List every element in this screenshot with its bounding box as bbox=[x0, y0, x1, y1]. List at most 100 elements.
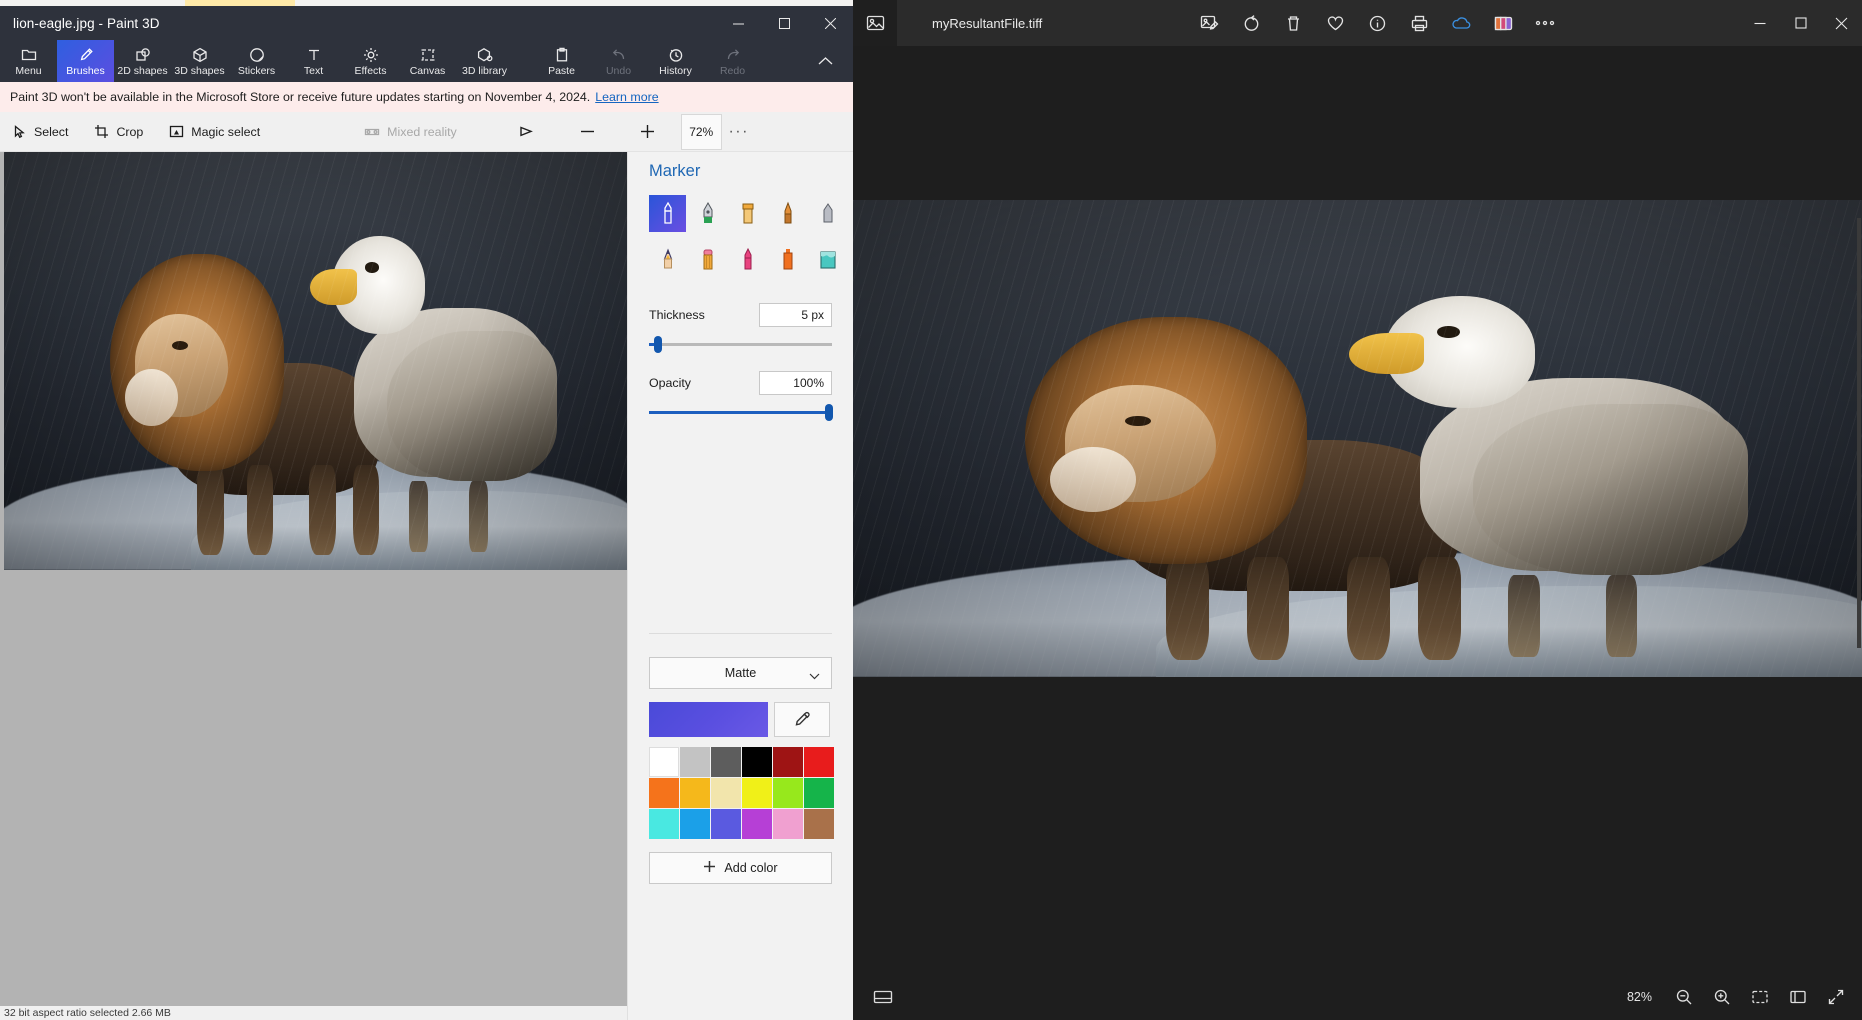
brush-calligraphy-pen[interactable] bbox=[689, 195, 726, 232]
ribbon-item-brushes[interactable]: Brushes bbox=[57, 40, 114, 82]
subbar-more-options-button[interactable]: ··· bbox=[722, 112, 756, 152]
paint3d-titlebar: lion-eagle.jpg - Paint 3D bbox=[0, 6, 853, 40]
brush-fill-bucket[interactable] bbox=[809, 241, 846, 278]
photos-scroll-rail[interactable] bbox=[1857, 218, 1861, 648]
ribbon-item-menu[interactable]: Menu bbox=[0, 40, 57, 82]
paint3d-ribbon: Menu Brushes 2D shapes 3D shapes Sticker… bbox=[0, 40, 853, 82]
color-swatch[interactable] bbox=[773, 809, 803, 839]
fullscreen-icon[interactable] bbox=[1818, 979, 1854, 1015]
eyedropper-icon[interactable] bbox=[774, 702, 830, 737]
color-swatch[interactable] bbox=[742, 778, 772, 808]
thickness-slider[interactable] bbox=[649, 333, 832, 355]
paint3d-artboard-image[interactable] bbox=[4, 152, 627, 570]
gallery-icon[interactable] bbox=[1486, 0, 1520, 46]
paint3d-window-controls bbox=[715, 6, 853, 40]
image-thumbnail-icon[interactable] bbox=[853, 0, 897, 46]
chevron-up-icon[interactable] bbox=[805, 40, 845, 82]
onedrive-icon[interactable] bbox=[1444, 0, 1478, 46]
ribbon-item-text[interactable]: Text bbox=[285, 40, 342, 82]
effects-icon bbox=[363, 46, 379, 63]
select-button[interactable]: Select bbox=[0, 112, 81, 152]
opacity-slider[interactable] bbox=[649, 401, 833, 423]
color-swatch[interactable] bbox=[711, 778, 741, 808]
brush-oil[interactable] bbox=[729, 195, 766, 232]
brush-crayon[interactable] bbox=[689, 241, 726, 278]
crop-button[interactable]: Crop bbox=[81, 112, 156, 152]
maximize-icon[interactable] bbox=[1780, 0, 1821, 46]
edit-image-icon[interactable] bbox=[1192, 0, 1226, 46]
mixed-reality-button[interactable]: Mixed reality bbox=[351, 112, 470, 152]
ribbon-item-paste[interactable]: Paste bbox=[533, 40, 590, 82]
photos-displayed-image[interactable] bbox=[853, 200, 1862, 677]
ribbon-label: History bbox=[659, 65, 692, 77]
photo-eagle bbox=[1348, 281, 1802, 657]
delete-icon[interactable] bbox=[1276, 0, 1310, 46]
more-options-icon[interactable] bbox=[1528, 0, 1562, 46]
opacity-input[interactable]: 100% bbox=[759, 371, 832, 395]
stickers-icon bbox=[249, 46, 265, 63]
ribbon-item-stickers[interactable]: Stickers bbox=[228, 40, 285, 82]
ribbon-item-undo[interactable]: Undo bbox=[590, 40, 647, 82]
color-swatch[interactable] bbox=[711, 809, 741, 839]
zoom-out-icon[interactable] bbox=[1666, 979, 1702, 1015]
brush-pixel-pen[interactable] bbox=[729, 241, 766, 278]
color-swatch[interactable] bbox=[773, 747, 803, 777]
fit-to-window-icon[interactable] bbox=[1742, 979, 1778, 1015]
color-swatch[interactable] bbox=[804, 747, 834, 777]
brush-pencil[interactable] bbox=[649, 241, 686, 278]
ribbon-item-canvas[interactable]: Canvas bbox=[399, 40, 456, 82]
ribbon-item-3d-shapes[interactable]: 3D shapes bbox=[171, 40, 228, 82]
ribbon-item-3d-library[interactable]: 3D library bbox=[456, 40, 513, 82]
zoom-in-icon[interactable] bbox=[628, 112, 668, 152]
zoom-level-value[interactable]: 72% bbox=[680, 113, 722, 150]
zoom-in-icon[interactable] bbox=[1704, 979, 1740, 1015]
zoom-out-icon[interactable] bbox=[568, 112, 608, 152]
text-icon bbox=[306, 46, 322, 63]
ribbon-item-2d-shapes[interactable]: 2D shapes bbox=[114, 40, 171, 82]
rotate-icon[interactable] bbox=[1234, 0, 1268, 46]
banner-learn-more-link[interactable]: Learn more bbox=[595, 90, 658, 104]
minimize-icon[interactable] bbox=[1739, 0, 1780, 46]
actual-size-icon[interactable] bbox=[1780, 979, 1816, 1015]
thickness-input[interactable]: 5 px bbox=[759, 303, 832, 327]
ribbon-item-effects[interactable]: Effects bbox=[342, 40, 399, 82]
color-swatch[interactable] bbox=[804, 778, 834, 808]
current-color-swatch[interactable] bbox=[649, 702, 768, 737]
filmstrip-icon[interactable] bbox=[853, 989, 913, 1005]
undo-icon bbox=[611, 46, 627, 63]
color-swatch[interactable] bbox=[680, 809, 710, 839]
brush-watercolor[interactable] bbox=[769, 195, 806, 232]
photos-window: myResultantFile.tiff 82% bbox=[853, 0, 1862, 1020]
material-dropdown[interactable]: Matte bbox=[649, 657, 832, 689]
color-swatch[interactable] bbox=[680, 778, 710, 808]
brush-eraser[interactable] bbox=[809, 195, 846, 232]
paint3d-statusbar: 32 bit aspect ratio selected 2.66 MB bbox=[0, 1006, 627, 1020]
color-swatch[interactable] bbox=[680, 747, 710, 777]
color-swatch[interactable] bbox=[742, 809, 772, 839]
brush-spray-can[interactable] bbox=[769, 241, 806, 278]
color-swatch[interactable] bbox=[711, 747, 741, 777]
color-swatch[interactable] bbox=[649, 778, 679, 808]
color-swatch[interactable] bbox=[742, 747, 772, 777]
ribbon-item-history[interactable]: History bbox=[647, 40, 704, 82]
plus-icon bbox=[703, 860, 716, 876]
color-swatch[interactable] bbox=[804, 809, 834, 839]
color-swatch[interactable] bbox=[773, 778, 803, 808]
opacity-row: Opacity 100% bbox=[649, 371, 832, 395]
photos-image-stage[interactable] bbox=[853, 46, 1862, 974]
artwork-eagle bbox=[310, 223, 590, 553]
minimize-icon[interactable] bbox=[715, 6, 761, 40]
color-swatch[interactable] bbox=[649, 747, 679, 777]
close-icon[interactable] bbox=[1821, 0, 1862, 46]
close-icon[interactable] bbox=[807, 6, 853, 40]
info-icon[interactable] bbox=[1360, 0, 1394, 46]
favorite-icon[interactable] bbox=[1318, 0, 1352, 46]
add-color-button[interactable]: Add color bbox=[649, 852, 832, 884]
ribbon-item-redo[interactable]: Redo bbox=[704, 40, 761, 82]
view-3d-icon[interactable] bbox=[508, 112, 548, 152]
magic-select-button[interactable]: Magic select bbox=[156, 112, 273, 152]
brush-marker[interactable] bbox=[649, 195, 686, 232]
maximize-icon[interactable] bbox=[761, 6, 807, 40]
print-icon[interactable] bbox=[1402, 0, 1436, 46]
color-swatch[interactable] bbox=[649, 809, 679, 839]
